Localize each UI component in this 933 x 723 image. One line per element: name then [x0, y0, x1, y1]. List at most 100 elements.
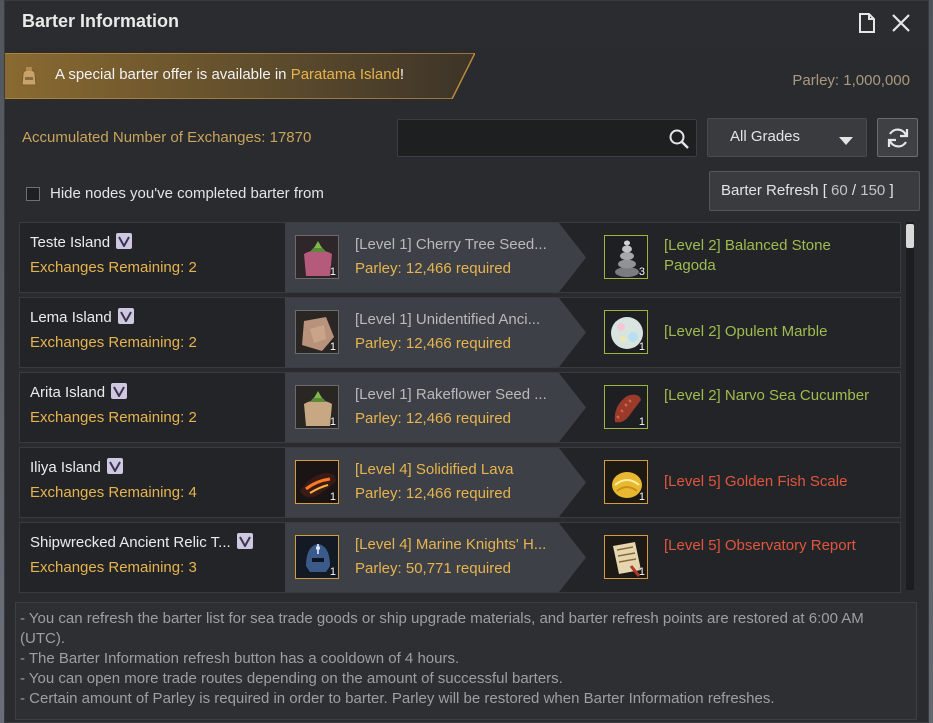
- scroll-report-icon[interactable]: 1: [604, 535, 648, 579]
- parley-label: Parley:: [355, 335, 406, 352]
- input-item-panel: 1 [Level 1] Unidentified Anci... Parley:…: [285, 298, 615, 367]
- barter-row[interactable]: Lema Island Exchanges Remaining: 2 1 [Le…: [19, 297, 901, 368]
- note-line: - You can refresh the barter list for se…: [20, 610, 864, 647]
- grade-filter-label: All Grades: [730, 128, 801, 145]
- input-item-name: [Level 1] Cherry Tree Seed...: [355, 236, 547, 253]
- golden-fish-scale-icon[interactable]: 1: [604, 460, 648, 504]
- input-item-panel: 1 [Level 4] Solidified Lava Parley: 12,4…: [285, 448, 615, 517]
- sea-cucumber-icon[interactable]: 1: [604, 385, 648, 429]
- input-item-panel: 1 [Level 1] Rakeflower Seed ... Parley: …: [285, 373, 615, 442]
- node-name-text: Shipwrecked Ancient Relic T...: [30, 534, 231, 551]
- banner-location-link[interactable]: Paratama Island: [291, 66, 400, 83]
- grade-filter-dropdown[interactable]: All Grades: [707, 118, 867, 157]
- chevron-down-icon[interactable]: [117, 308, 134, 324]
- node-name: Shipwrecked Ancient Relic T...: [30, 533, 253, 551]
- search-input[interactable]: [397, 119, 697, 157]
- seed-bag-icon[interactable]: 1: [295, 385, 339, 429]
- node-name-text: Arita Island: [30, 384, 106, 401]
- seed-bag-icon[interactable]: 1: [295, 235, 339, 279]
- bag-icon: [17, 65, 41, 89]
- refresh-button[interactable]: [877, 118, 918, 157]
- hide-completed-label[interactable]: Hide nodes you've completed barter from: [50, 185, 324, 202]
- parley-value: 12,466 required: [405, 335, 511, 352]
- special-offer-banner[interactable]: A special barter offer is available in P…: [5, 53, 475, 99]
- stone-pagoda-icon[interactable]: 3: [604, 235, 648, 279]
- relic-fragment-icon[interactable]: 1: [295, 310, 339, 354]
- exchanges-label: Exchanges Remaining:: [30, 409, 189, 426]
- output-qty: 3: [638, 266, 645, 278]
- input-qty: 1: [329, 341, 336, 353]
- barter-row[interactable]: Shipwrecked Ancient Relic T... Exchanges…: [19, 522, 901, 593]
- note-line: - Certain amount of Parley is required i…: [20, 690, 775, 707]
- barter-refresh-max: 150: [860, 182, 886, 199]
- input-item-name: [Level 1] Rakeflower Seed ...: [355, 386, 547, 403]
- input-qty: 1: [329, 416, 336, 428]
- parley-required: Parley: 12,466 required: [355, 260, 511, 277]
- input-item-name: [Level 4] Marine Knights' H...: [355, 536, 547, 553]
- exchanges-remaining: Exchanges Remaining: 3: [30, 559, 197, 576]
- output-item-name: [Level 5] Golden Fish Scale: [664, 473, 848, 490]
- output-qty: 1: [638, 491, 645, 503]
- barter-row[interactable]: Iliya Island Exchanges Remaining: 4 1 [L…: [19, 447, 901, 518]
- barter-refresh-button[interactable]: Barter Refresh [ 60 / 150 ]: [709, 171, 920, 211]
- window-title: Barter Information: [22, 11, 180, 31]
- chevron-down-icon[interactable]: [111, 383, 128, 399]
- parley-label: Parley:: [355, 560, 406, 577]
- lava-icon[interactable]: 1: [295, 460, 339, 504]
- parley-total: Parley: 1,000,000: [792, 72, 910, 89]
- chevron-down-icon: [838, 133, 854, 150]
- output-item-name: [Level 2] Opulent Marble: [664, 323, 828, 340]
- exchanges-label: Exchanges Remaining:: [30, 334, 189, 351]
- exchanges-value: 2: [188, 259, 197, 276]
- barter-row[interactable]: Arita Island Exchanges Remaining: 2 1 [L…: [19, 372, 901, 443]
- chevron-down-icon[interactable]: [236, 533, 253, 549]
- parley-label: Parley:: [355, 260, 406, 277]
- parley-required: Parley: 12,466 required: [355, 335, 511, 352]
- parley-value: 12,466 required: [405, 410, 511, 427]
- note-line: - The Barter Information refresh button …: [20, 650, 460, 667]
- barter-refresh-end: ]: [885, 182, 894, 199]
- chevron-down-icon[interactable]: [116, 233, 133, 249]
- exchanges-remaining: Exchanges Remaining: 2: [30, 409, 197, 426]
- exchanges-value: 3: [188, 559, 197, 576]
- marble-icon[interactable]: 1: [604, 310, 648, 354]
- helmet-icon[interactable]: 1: [295, 535, 339, 579]
- exchanges-label: Exchanges Remaining:: [30, 259, 189, 276]
- input-item-name: [Level 1] Unidentified Anci...: [355, 311, 541, 328]
- note-line: - You can open more trade routes dependi…: [20, 670, 563, 687]
- barter-refresh-current: 60: [831, 182, 848, 199]
- barter-list: Teste Island Exchanges Remaining: 2 1 [L…: [19, 222, 901, 593]
- exchanges-value: 2: [188, 334, 197, 351]
- search-icon[interactable]: [668, 128, 690, 150]
- parley-required: Parley: 12,466 required: [355, 410, 511, 427]
- hide-completed-checkbox[interactable]: [26, 187, 40, 201]
- parley-label: Parley:: [355, 410, 406, 427]
- parley-value: 12,466 required: [405, 485, 511, 502]
- exchanges-value: 4: [188, 484, 197, 501]
- node-name-text: Teste Island: [30, 234, 111, 251]
- list-scrollbar[interactable]: [906, 222, 914, 590]
- accumulated-value: 17870: [269, 129, 312, 146]
- chevron-down-icon[interactable]: [106, 458, 123, 474]
- node-name-text: Iliya Island: [30, 459, 101, 476]
- node-name-text: Lema Island: [30, 309, 112, 326]
- scrollbar-thumb[interactable]: [906, 224, 914, 248]
- notes-panel: - You can refresh the barter list for se…: [15, 602, 917, 720]
- refresh-icon: [887, 128, 909, 148]
- accumulated-label: Accumulated Number of Exchanges:: [22, 129, 270, 146]
- node-name: Teste Island: [30, 233, 133, 251]
- exchanges-remaining: Exchanges Remaining: 2: [30, 334, 197, 351]
- document-icon[interactable]: [855, 11, 879, 35]
- output-item-name: [Level 2] Balanced Stone Pagoda: [664, 237, 831, 274]
- node-name: Iliya Island: [30, 458, 123, 476]
- close-icon[interactable]: [889, 11, 913, 35]
- parley-required: Parley: 12,466 required: [355, 485, 511, 502]
- output-qty: 1: [638, 566, 645, 578]
- barter-row[interactable]: Teste Island Exchanges Remaining: 2 1 [L…: [19, 222, 901, 293]
- barter-refresh-sep: /: [847, 182, 861, 199]
- input-qty: 1: [329, 566, 336, 578]
- parley-required: Parley: 50,771 required: [355, 560, 511, 577]
- node-name: Arita Island: [30, 383, 128, 401]
- barter-refresh-label: Barter Refresh [: [721, 182, 832, 199]
- parley-label: Parley:: [355, 485, 406, 502]
